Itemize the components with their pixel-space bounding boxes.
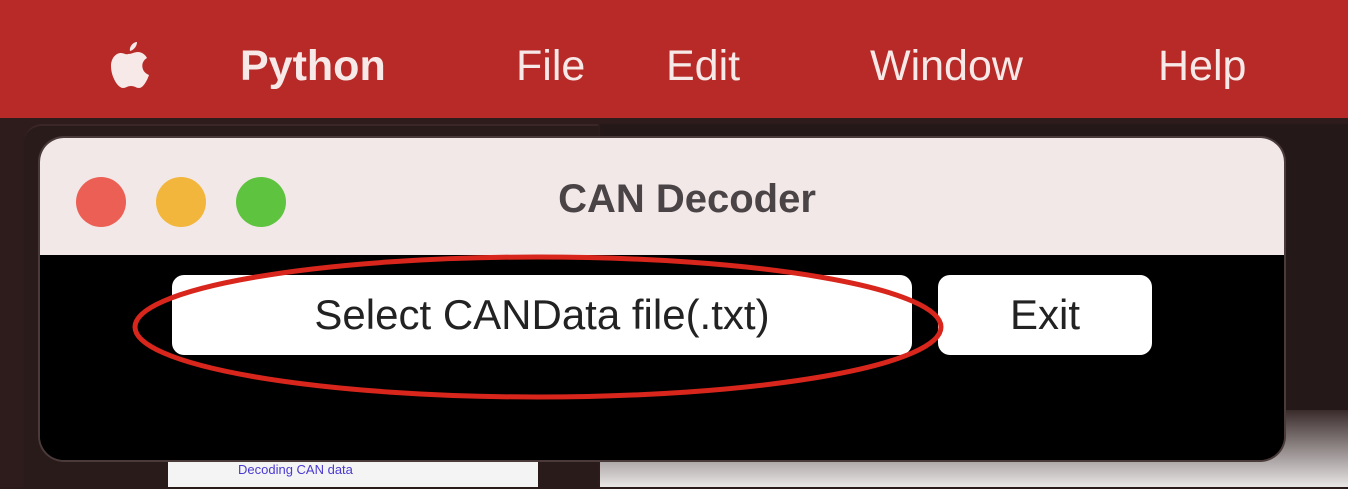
window-titlebar[interactable]: CAN Decoder <box>40 138 1284 255</box>
menu-bar: Python File Edit Window Help <box>0 0 1348 118</box>
menu-help[interactable]: Help <box>1158 38 1246 94</box>
annotation-ellipse <box>132 254 944 400</box>
exit-button[interactable]: Exit <box>938 275 1152 355</box>
background-page-text: Decoding CAN data <box>238 462 353 477</box>
menu-edit[interactable]: Edit <box>666 38 740 94</box>
menu-app-python[interactable]: Python <box>240 38 386 94</box>
window-title: CAN Decoder <box>558 177 816 221</box>
menu-window[interactable]: Window <box>870 38 1023 94</box>
menu-file[interactable]: File <box>516 38 585 94</box>
apple-logo-icon[interactable] <box>104 38 152 94</box>
